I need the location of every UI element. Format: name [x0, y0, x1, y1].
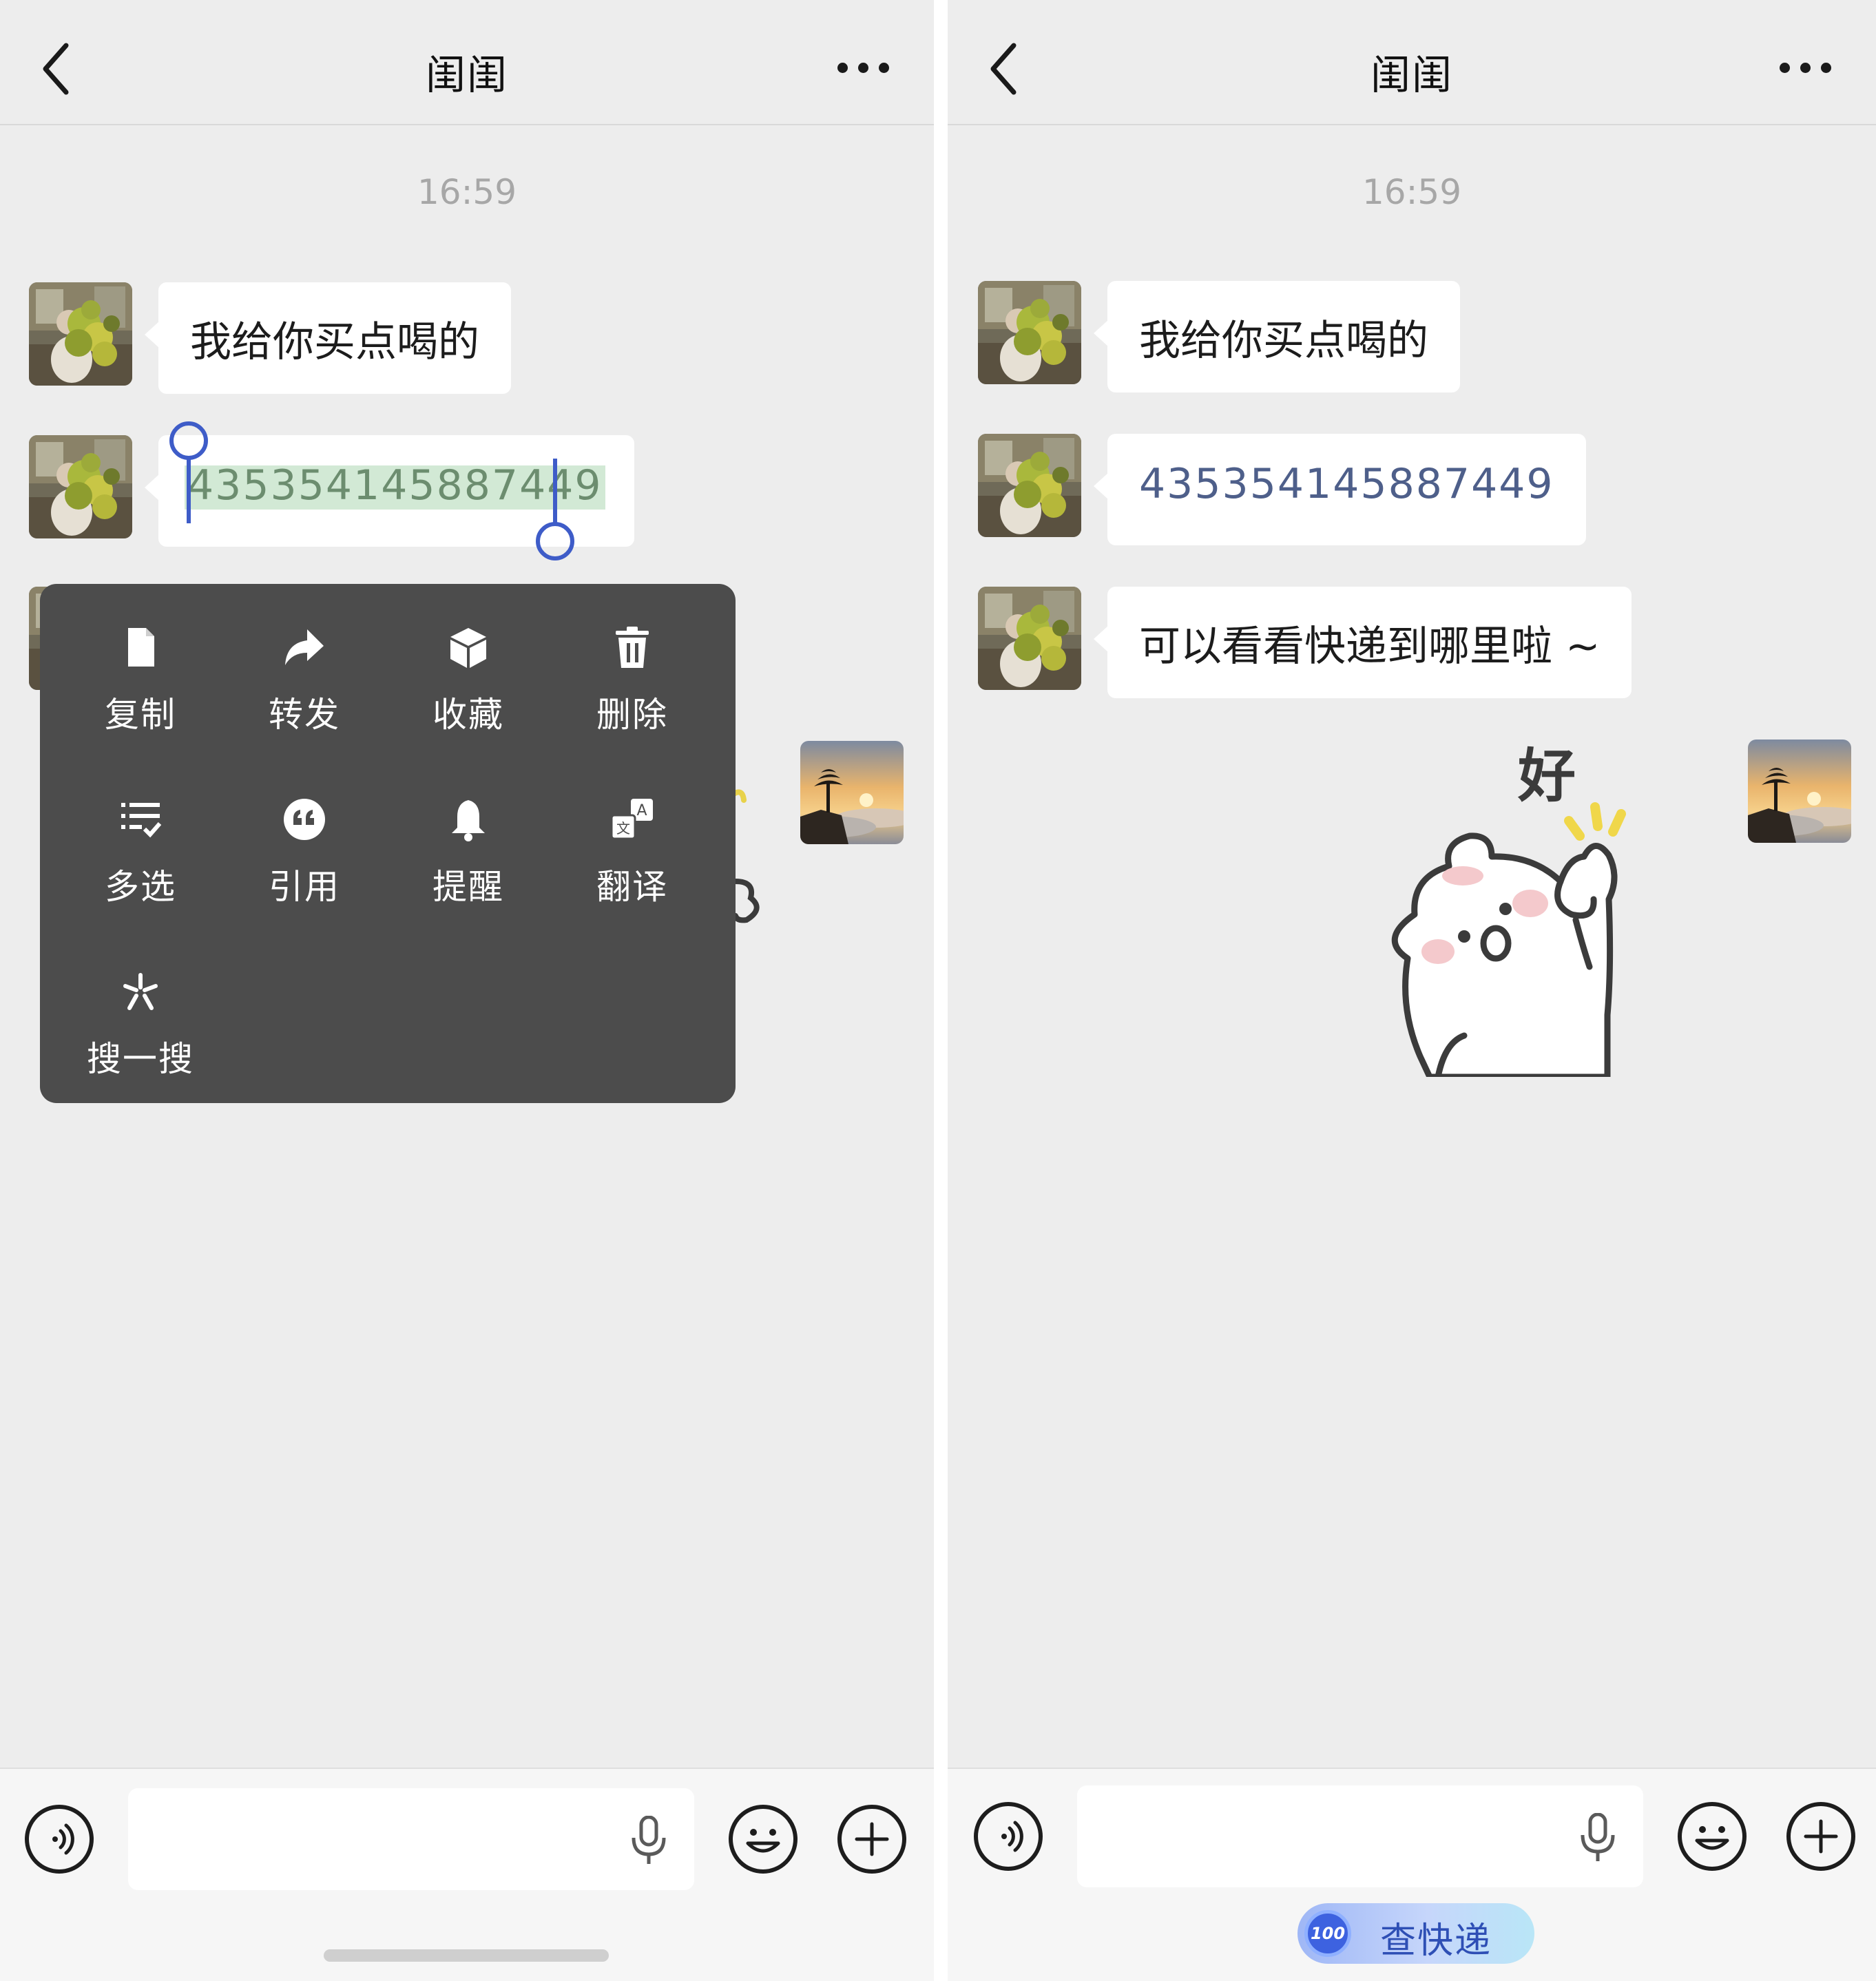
- chat-title: 闺闺: [1370, 52, 1453, 98]
- menu-item-remind[interactable]: 提醒: [399, 770, 537, 908]
- voice-toggle-button[interactable]: [25, 1805, 94, 1874]
- quote-icon: [282, 797, 326, 841]
- message-bubble[interactable]: 可以看看快递到哪里啦 ~: [1093, 587, 1632, 698]
- menu-item-translate[interactable]: A文 翻译: [563, 770, 701, 908]
- microphone-icon[interactable]: [1577, 1813, 1618, 1863]
- menu-item-delete[interactable]: 删除: [563, 598, 701, 735]
- kuaidi100-logo-icon: 100: [1304, 1910, 1351, 1957]
- home-indicator: [324, 1949, 609, 1962]
- menu-item-copy[interactable]: 复制: [72, 598, 209, 735]
- menu-label: 多选: [105, 867, 176, 907]
- contact-avatar[interactable]: [29, 282, 132, 386]
- track-express-label: 查快递: [1380, 1920, 1492, 1962]
- tracking-number-bubble[interactable]: 435354145887449: [1094, 434, 1586, 545]
- emoji-button[interactable]: [729, 1805, 798, 1874]
- plus-icon: [842, 1809, 902, 1869]
- copy-icon: [118, 625, 163, 669]
- emoji-button[interactable]: [1678, 1802, 1747, 1871]
- contact-avatar[interactable]: [978, 281, 1081, 384]
- message-timestamp: 16:59: [1362, 172, 1462, 212]
- delete-icon: [610, 625, 654, 669]
- menu-label: 提醒: [432, 867, 504, 907]
- chat-header: 闺闺: [0, 0, 934, 125]
- selection-start-line: [187, 459, 191, 523]
- multiselect-icon: [118, 797, 163, 841]
- svg-text:A: A: [636, 802, 647, 819]
- menu-label: 引用: [269, 867, 340, 907]
- chat-header: 闺闺: [948, 0, 1876, 125]
- menu-label: 搜一搜: [87, 1039, 194, 1079]
- message-bubble[interactable]: 我给你买点喝的: [145, 282, 511, 394]
- chat-screen-left: 闺闺 16:59 我给你买点喝的 435354145887449 复制 转发 收…: [0, 0, 934, 1981]
- message-timestamp: 16:59: [417, 172, 517, 212]
- contact-avatar[interactable]: [29, 435, 132, 538]
- contact-avatar[interactable]: [978, 587, 1081, 690]
- more-options-icon[interactable]: [837, 58, 893, 78]
- message-input[interactable]: [1077, 1785, 1643, 1887]
- menu-item-quote[interactable]: 引用: [236, 770, 373, 908]
- menu-item-multiselect[interactable]: 多选: [72, 770, 209, 908]
- input-bar: [0, 1768, 934, 1981]
- voice-icon: [29, 1809, 90, 1869]
- menu-label: 删除: [596, 695, 668, 735]
- search-spark-icon: [118, 969, 163, 1014]
- favorite-icon: [446, 625, 490, 669]
- selection-end-handle[interactable]: [536, 522, 574, 560]
- more-functions-button[interactable]: [1786, 1802, 1855, 1871]
- ok-bunny-sticker[interactable]: 好: [1388, 740, 1691, 1077]
- menu-label: 翻译: [596, 867, 668, 907]
- plus-icon: [1791, 1806, 1851, 1867]
- menu-item-favorite[interactable]: 收藏: [399, 598, 537, 735]
- translate-icon: A文: [610, 797, 654, 841]
- voice-icon: [978, 1806, 1039, 1867]
- menu-item-forward[interactable]: 转发: [236, 598, 373, 735]
- menu-label: 收藏: [432, 695, 504, 735]
- selection-end-line: [553, 459, 557, 523]
- menu-item-search[interactable]: 搜一搜: [72, 942, 209, 1080]
- microphone-icon[interactable]: [628, 1816, 669, 1865]
- menu-label: 转发: [269, 695, 340, 735]
- more-options-icon[interactable]: [1780, 58, 1835, 78]
- message-bubble[interactable]: 我给你买点喝的: [1094, 281, 1460, 392]
- chat-screen-right: 闺闺 16:59 我给你买点喝的 435354145887449 可以看看快递到…: [948, 0, 1876, 1981]
- contact-avatar[interactable]: [978, 434, 1081, 537]
- emoji-icon: [1682, 1806, 1742, 1867]
- chat-title: 闺闺: [425, 52, 508, 98]
- my-avatar[interactable]: [1748, 740, 1851, 843]
- track-express-button[interactable]: 100 查快递: [1297, 1903, 1534, 1964]
- selected-text[interactable]: 435354145887449: [185, 461, 605, 510]
- forward-icon: [282, 625, 326, 669]
- menu-label: 复制: [105, 695, 176, 735]
- message-input[interactable]: [128, 1788, 694, 1890]
- svg-text:文: 文: [616, 820, 630, 837]
- tracking-number-text: 435354145887449: [187, 461, 603, 510]
- selection-start-handle[interactable]: [169, 421, 208, 460]
- bell-icon: [446, 797, 490, 841]
- more-functions-button[interactable]: [837, 1805, 906, 1874]
- my-avatar[interactable]: [800, 741, 904, 844]
- sticker-text: 好: [1517, 742, 1576, 810]
- emoji-icon: [733, 1809, 793, 1869]
- voice-toggle-button[interactable]: [974, 1802, 1043, 1871]
- message-context-menu: 复制 转发 收藏 删除 多选 引用 提醒 A 文 翻译 搜一搜: [40, 584, 736, 1103]
